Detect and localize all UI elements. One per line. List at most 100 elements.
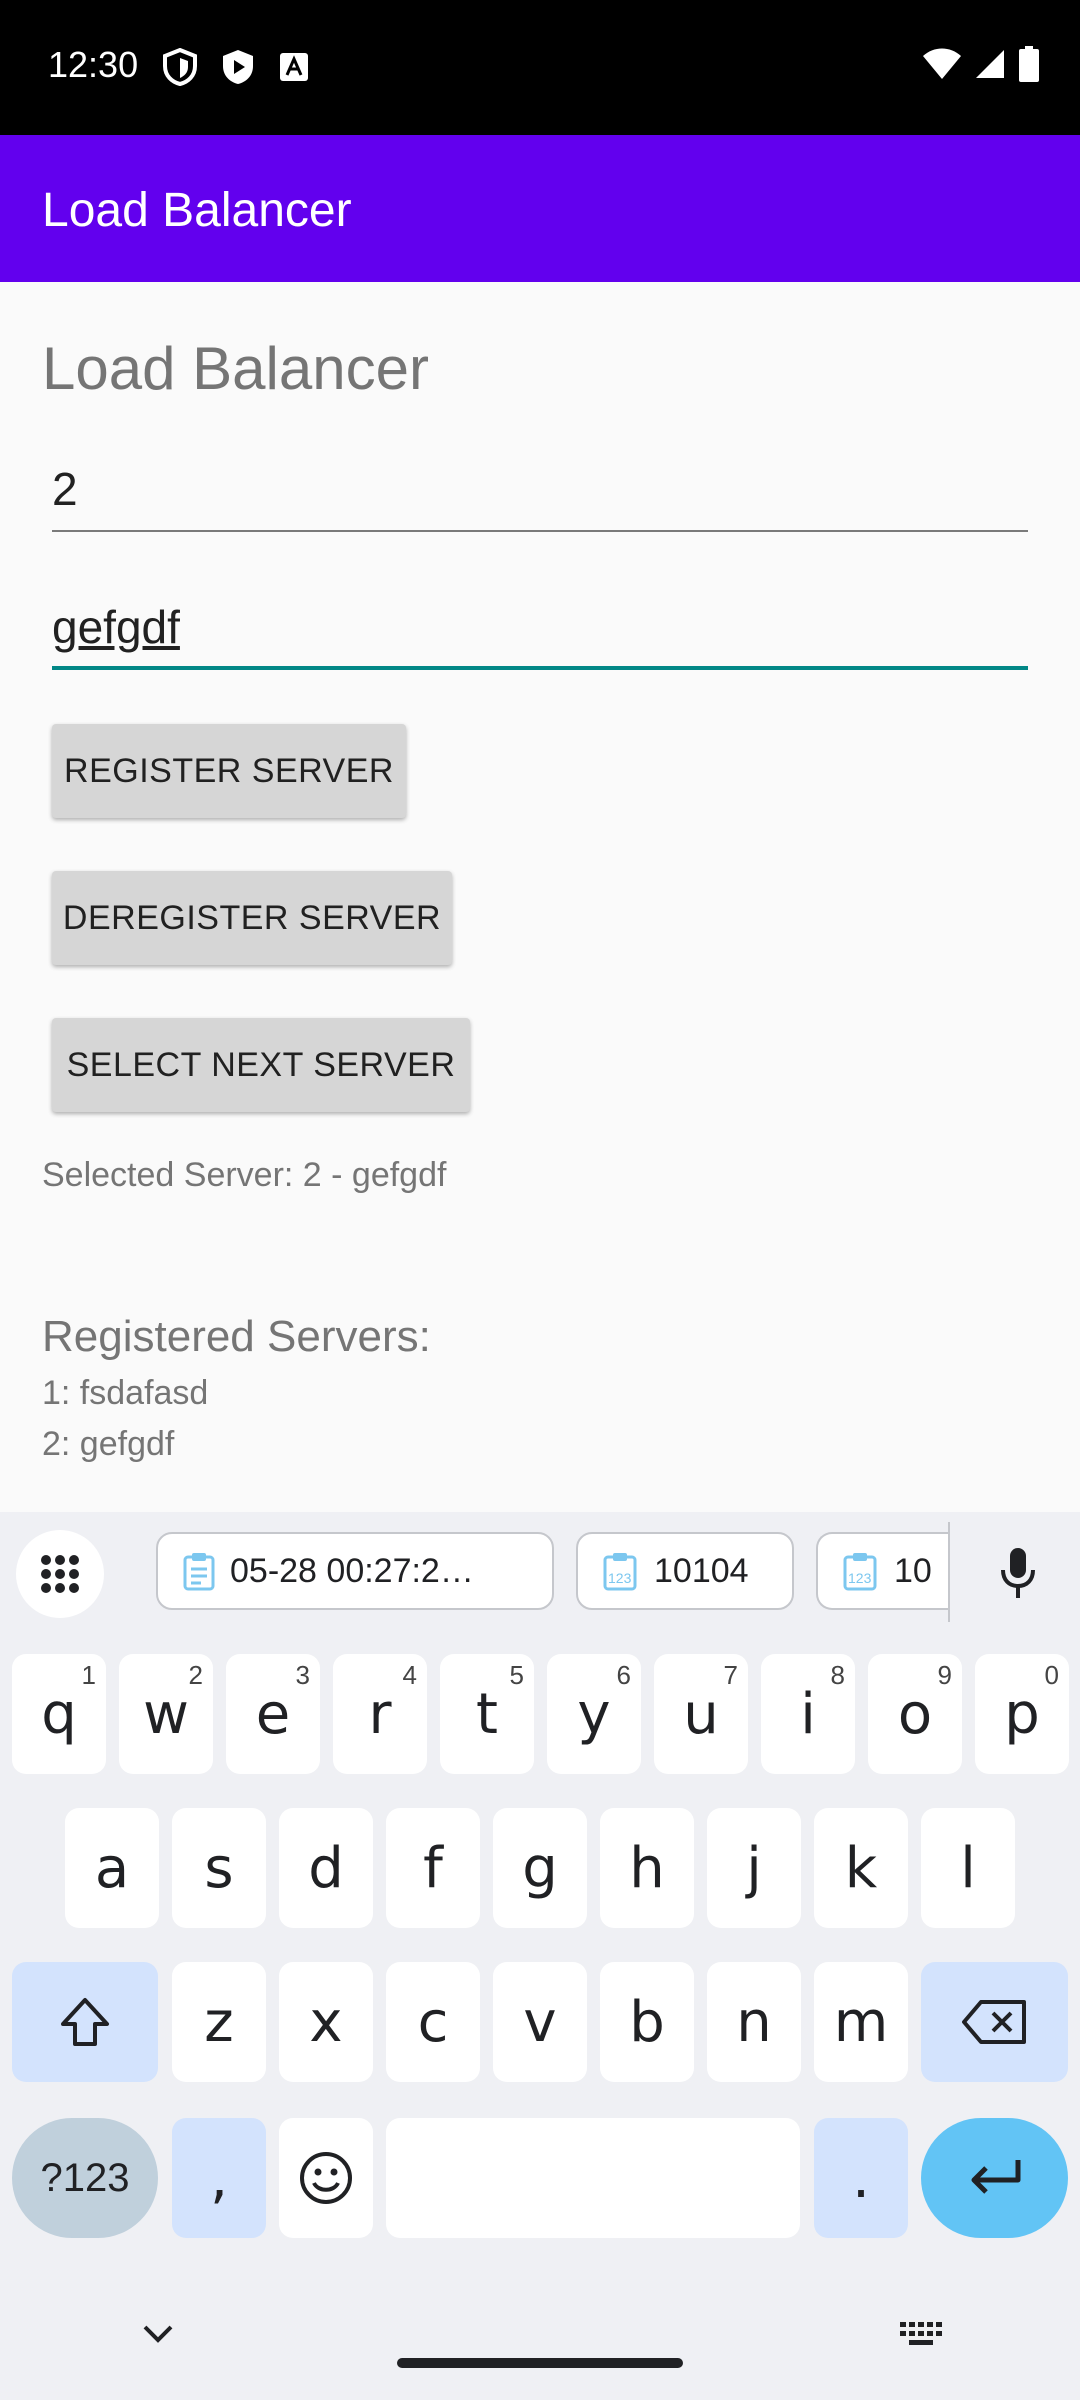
voice-input-button[interactable] [988, 1530, 1048, 1618]
emoji-key[interactable] [279, 2118, 373, 2238]
key-label: p [1004, 1681, 1040, 1747]
clipboard-chip[interactable]: 123 10 [816, 1532, 948, 1610]
keyboard-menu-button[interactable] [16, 1530, 104, 1618]
key-o[interactable]: o9 [868, 1654, 962, 1774]
key-f[interactable]: f [386, 1808, 480, 1928]
clipboard-chip[interactable]: 05-28 00:27:2… [156, 1532, 554, 1610]
key-r[interactable]: r4 [333, 1654, 427, 1774]
main-content: Load Balancer 2 gefgdf REGISTER SERVER D… [0, 282, 1080, 1512]
registered-server-item: 2: gefgdf [42, 1425, 175, 1463]
security-shield-icon [163, 48, 197, 86]
key-label: , [210, 2145, 228, 2211]
autofill-icon [280, 53, 308, 81]
key-label: m [833, 1989, 889, 2055]
key-label: a [94, 1835, 130, 1901]
server-name-input[interactable]: gefgdf [52, 600, 1028, 670]
registered-servers-heading: Registered Servers: [42, 1312, 431, 1361]
key-label: y [577, 1681, 611, 1747]
enter-icon [971, 2160, 1020, 2194]
server-id-input[interactable]: 2 [52, 462, 1028, 532]
shift-icon [61, 1998, 109, 2046]
key-label: b [629, 1989, 665, 2055]
chip-divider [948, 1522, 950, 1622]
key-c[interactable]: c [386, 1962, 480, 2082]
key-l[interactable]: l [921, 1808, 1015, 1928]
key-y[interactable]: y6 [547, 1654, 641, 1774]
key-hint: 5 [509, 1660, 524, 1690]
key-hint: 1 [81, 1660, 96, 1690]
key-hint: 6 [616, 1660, 631, 1690]
status-bar: 12:30 [0, 0, 1080, 135]
cell-signal-icon [976, 50, 1004, 78]
navigation-bar [0, 2280, 1080, 2400]
deregister-server-button[interactable]: DEREGISTER SERVER [52, 871, 452, 965]
key-k[interactable]: k [814, 1808, 908, 1928]
key-label: z [204, 1989, 234, 2055]
key-a[interactable]: a [65, 1808, 159, 1928]
enter-key[interactable] [921, 2118, 1068, 2238]
svg-text:123: 123 [608, 1570, 632, 1586]
soft-keyboard: 05-28 00:27:2… 123 10104 123 10 q1 w2 e3… [0, 1512, 1080, 2400]
key-label: i [800, 1681, 816, 1747]
key-label: j [746, 1835, 762, 1901]
key-d[interactable]: d [279, 1808, 373, 1928]
wifi-icon [923, 48, 961, 79]
clipboard-chip-text: 05-28 00:27:2… [230, 1551, 474, 1590]
clipboard-chip-text: 10 [894, 1551, 932, 1590]
key-label: s [204, 1835, 234, 1901]
key-v[interactable]: v [493, 1962, 587, 2082]
key-g[interactable]: g [493, 1808, 587, 1928]
register-server-button[interactable]: REGISTER SERVER [52, 724, 406, 818]
switch-keyboard-button[interactable] [898, 2312, 944, 2356]
clipboard-suggestion-row: 05-28 00:27:2… 123 10104 123 10 [0, 1512, 1080, 1632]
key-label: r [368, 1681, 392, 1747]
key-n[interactable]: n [707, 1962, 801, 2082]
key-q[interactable]: q1 [12, 1654, 106, 1774]
key-i[interactable]: i8 [761, 1654, 855, 1774]
app-bar-title: Load Balancer [42, 184, 352, 237]
key-hint: 3 [295, 1660, 310, 1690]
shift-key[interactable] [12, 1962, 158, 2082]
key-hint: 7 [723, 1660, 738, 1690]
key-label: d [308, 1835, 344, 1901]
select-next-server-button[interactable]: SELECT NEXT SERVER [52, 1018, 470, 1112]
key-label: w [143, 1681, 189, 1747]
status-right-icons [922, 46, 1040, 82]
key-label: c [417, 1989, 449, 2055]
key-p[interactable]: p0 [975, 1654, 1069, 1774]
key-label: x [309, 1989, 343, 2055]
key-label: f [423, 1835, 443, 1901]
space-bar[interactable] [386, 2118, 800, 2238]
key-t[interactable]: t5 [440, 1654, 534, 1774]
key-u[interactable]: u7 [654, 1654, 748, 1774]
key-j[interactable]: j [707, 1808, 801, 1928]
key-w[interactable]: w2 [119, 1654, 213, 1774]
play-protect-icon [223, 50, 253, 84]
selected-server-text: Selected Server: 2 - gefgdf [42, 1156, 447, 1194]
key-s[interactable]: s [172, 1808, 266, 1928]
backspace-key[interactable] [921, 1962, 1068, 2082]
key-hint: 9 [937, 1660, 952, 1690]
key-z[interactable]: z [172, 1962, 266, 2082]
server-name-value: gefgdf [52, 601, 180, 653]
key-h[interactable]: h [600, 1808, 694, 1928]
keyboard-icon [900, 2322, 942, 2345]
period-key[interactable]: . [814, 2118, 908, 2238]
hide-keyboard-button[interactable] [136, 2312, 180, 2356]
key-e[interactable]: e3 [226, 1654, 320, 1774]
microphone-icon [1001, 1548, 1035, 1598]
symbols-key[interactable]: ?123 [12, 2118, 158, 2238]
key-m[interactable]: m [814, 1962, 908, 2082]
svg-text:123: 123 [848, 1570, 872, 1586]
home-gesture-bar[interactable] [397, 2358, 683, 2368]
clipboard-numbers-icon: 123 [843, 1553, 877, 1591]
key-x[interactable]: x [279, 1962, 373, 2082]
clipboard-chip[interactable]: 123 10104 [576, 1532, 794, 1610]
server-id-value: 2 [52, 463, 78, 515]
key-b[interactable]: b [600, 1962, 694, 2082]
battery-icon [1019, 46, 1039, 82]
comma-key[interactable]: , [172, 2118, 266, 2238]
key-hint: 2 [188, 1660, 203, 1690]
clipboard-icon [183, 1553, 215, 1591]
key-hint: 0 [1044, 1660, 1059, 1690]
